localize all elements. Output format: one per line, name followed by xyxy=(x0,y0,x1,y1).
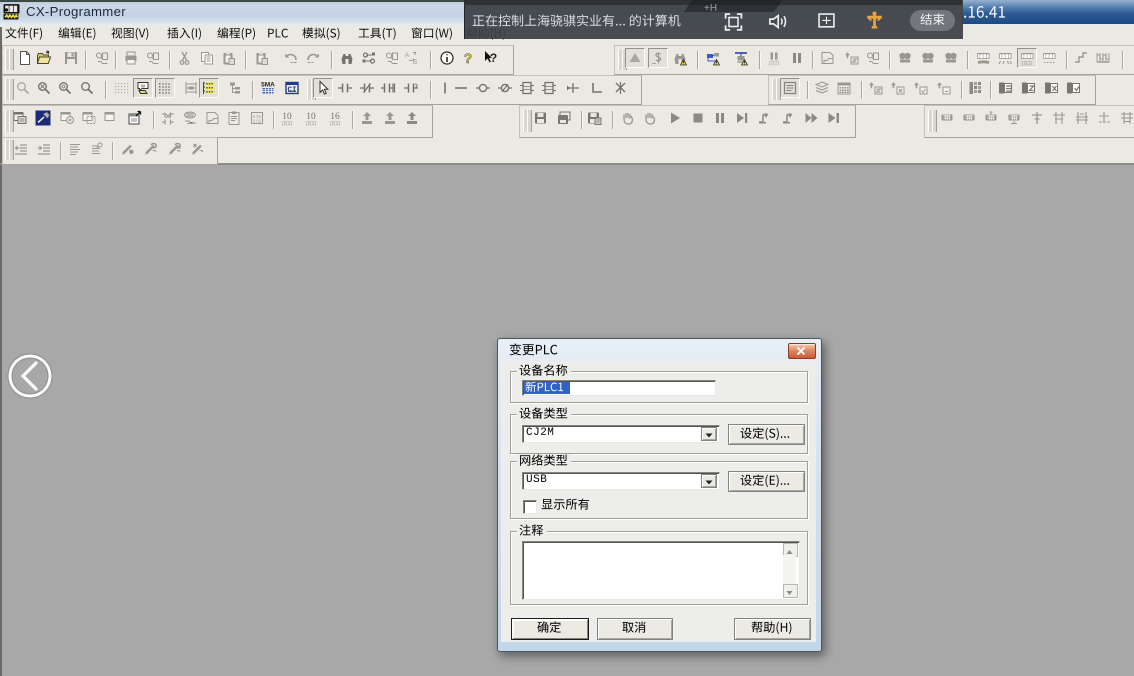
svg-text:0.02: 0.02 xyxy=(253,119,262,124)
svg-text:(2(2): (2(2) xyxy=(1022,61,1033,66)
svg-text:(2(2): (2(2) xyxy=(282,121,293,126)
svg-text:(2(2): (2(2) xyxy=(330,121,341,126)
svg-text:(2(2): (2(2) xyxy=(306,121,317,126)
svg-text:5MA: 5MA xyxy=(261,82,275,89)
svg-text:w: w xyxy=(140,84,145,90)
svg-text:A: A xyxy=(405,52,410,59)
svg-text:CI: CI xyxy=(287,87,296,95)
svg-text:(2(2): (2(2) xyxy=(769,61,780,67)
svg-text:?: ? xyxy=(490,51,497,65)
svg-text:?: ? xyxy=(464,50,473,66)
